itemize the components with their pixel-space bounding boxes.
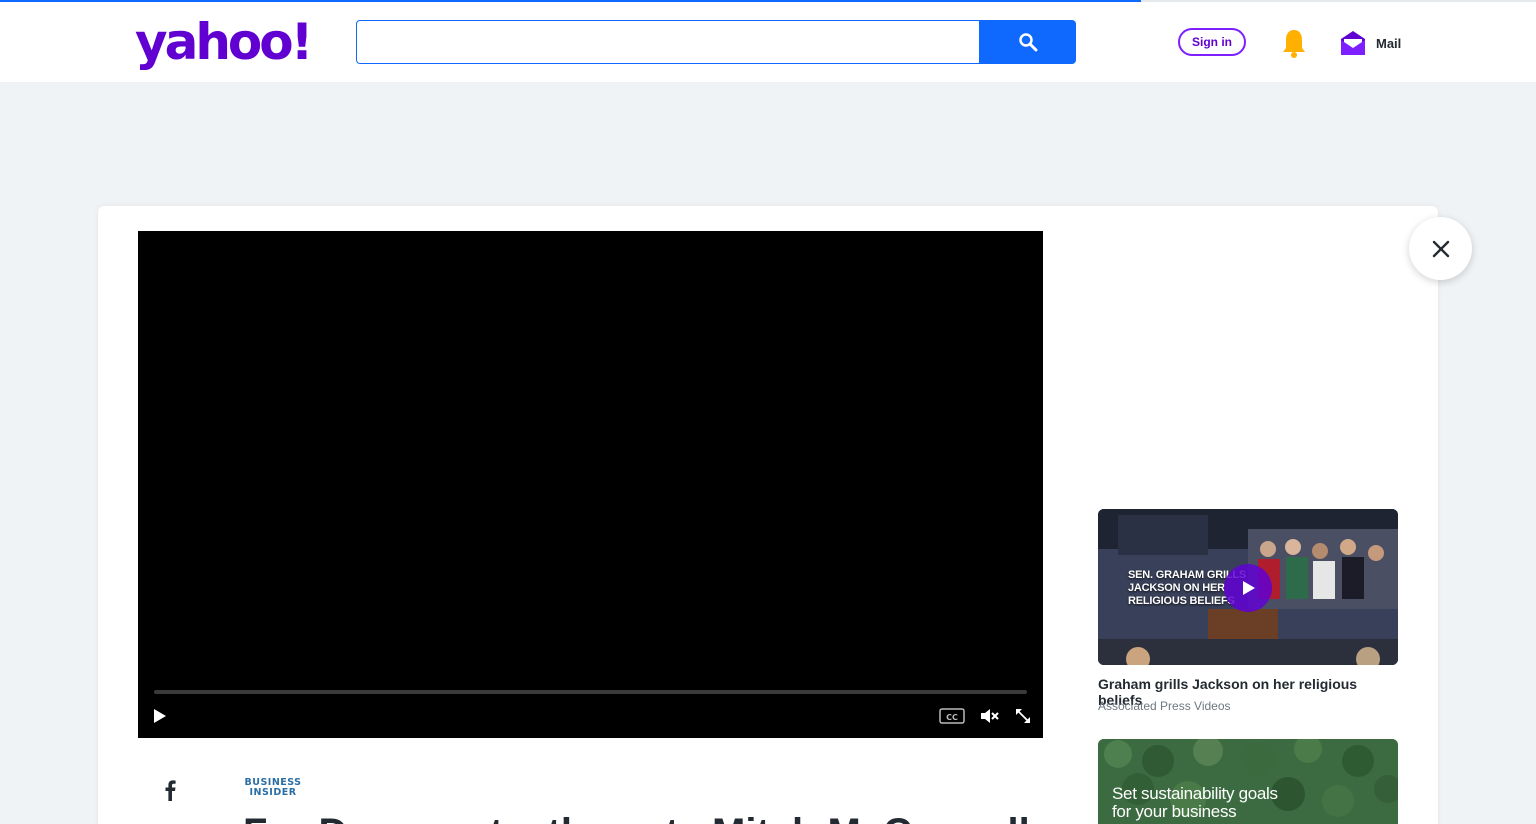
fullscreen-icon [1016,709,1030,723]
video-scrubber[interactable] [154,690,1027,694]
mail-envelope-icon [1341,31,1365,55]
yahoo-logo[interactable]: yahoo! [135,14,313,70]
related-video-source: Associated Press Videos [1098,699,1231,713]
play-button[interactable] [148,705,170,727]
related-video-play-button[interactable] [1224,564,1272,612]
facebook-share-button[interactable] [160,778,180,802]
ad-headline: Set sustainability goals for your busine… [1112,785,1278,821]
video-modal: CC BUSINESS INSIDER For Democrats, the v… [98,206,1438,824]
fullscreen-button[interactable] [1012,705,1034,727]
sign-in-button[interactable]: Sign in [1178,28,1246,56]
svg-text:CC: CC [946,713,958,722]
close-modal-button[interactable] [1409,217,1472,280]
ad-line2: for your business [1112,802,1237,821]
related-video-thumbnail[interactable]: SEN. GRAHAM GRILLS JACKSON ON HER RELIGI… [1098,509,1398,665]
mail-link[interactable]: Mail [1340,28,1401,58]
notifications-button[interactable] [1280,28,1308,60]
search-button[interactable] [979,20,1076,64]
closed-captions-icon: CC [939,708,965,724]
mail-label: Mail [1376,35,1402,51]
header: yahoo! Sign in Mail [0,2,1536,82]
ad-line1: Set sustainability goals [1112,784,1278,803]
play-icon [154,709,166,723]
closed-captions-button[interactable]: CC [938,706,966,726]
source-logo-line2: INSIDER [249,787,297,798]
facebook-icon [165,780,176,801]
article-headline: For Democrats, the vote Mitch McConnell [243,810,1063,824]
mute-button[interactable] [978,705,1000,727]
business-insider-logo[interactable]: BUSINESS INSIDER [243,778,303,798]
sponsored-ad[interactable]: Set sustainability goals for your busine… [1098,739,1398,824]
bell-icon [1283,30,1305,58]
video-player[interactable]: CC [138,231,1043,738]
mute-icon [981,709,999,723]
search-input[interactable] [356,20,980,64]
play-icon [1243,581,1255,595]
close-icon [1432,240,1449,257]
search-icon [1018,33,1037,52]
